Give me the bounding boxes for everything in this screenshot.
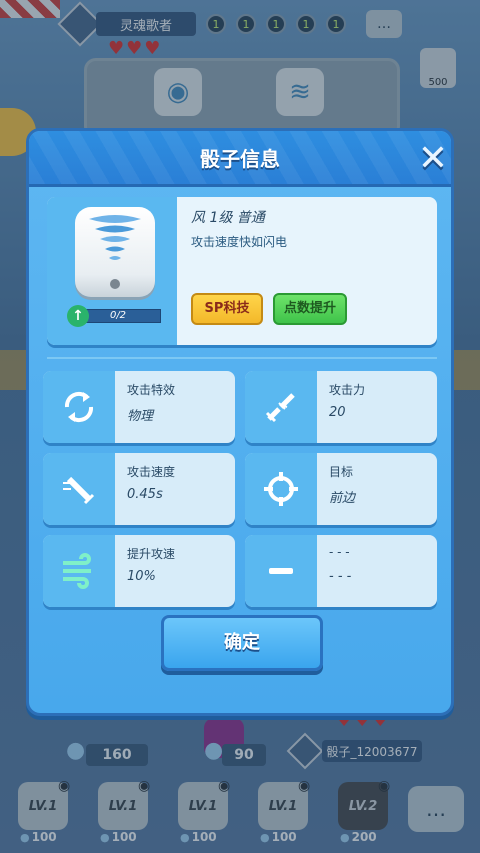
- sword-speed-icon: [43, 453, 115, 525]
- dice-name-level: 风 1级 普通: [191, 210, 265, 226]
- stat-attack-power: 攻击力 20: [245, 371, 437, 443]
- stat-attack-effect: 攻击特效 物理: [43, 371, 235, 443]
- stat-value: 20: [329, 405, 346, 420]
- swirl-arrows-icon: [43, 371, 115, 443]
- stat-label: 攻击力: [329, 383, 366, 397]
- close-icon[interactable]: ✕: [415, 141, 451, 177]
- dice-info-dialog: 骰子信息 ✕ 0/2 ↑ 风 1级 普通 攻击速度快如闪电 SP科技 点数提升 …: [26, 128, 454, 716]
- dice-summary-card: 0/2 ↑ 风 1级 普通 攻击速度快如闪电 SP科技 点数提升: [47, 197, 437, 345]
- stat-label: 攻击速度: [127, 465, 176, 479]
- stat-value: 前边: [329, 491, 356, 506]
- dice-description: 攻击速度快如闪电: [191, 235, 288, 249]
- wind-icon: [43, 535, 115, 607]
- stat-label: 提升攻速: [127, 547, 176, 561]
- dash-icon: [245, 535, 317, 607]
- stat-value: 物理: [127, 409, 154, 424]
- stat-empty: - - - - - -: [245, 535, 437, 607]
- stat-label: 目标: [329, 465, 354, 479]
- divider: [47, 357, 437, 359]
- die-pip: [110, 279, 120, 289]
- stat-target: 目标 前边: [245, 453, 437, 525]
- confirm-button[interactable]: 确定: [161, 615, 323, 671]
- stat-value: - - -: [329, 569, 352, 584]
- stat-attack-speed: 攻击速度 0.45s: [43, 453, 235, 525]
- stat-value: 10%: [127, 569, 156, 584]
- wind-die-icon: [75, 207, 155, 297]
- stat-label: 攻击特效: [127, 383, 176, 397]
- upgrade-arrow-icon: ↑: [67, 305, 89, 327]
- pip-upgrade-button[interactable]: 点数提升: [273, 293, 347, 325]
- stat-speed-boost: 提升攻速 10%: [43, 535, 235, 607]
- sp-tech-button[interactable]: SP科技: [191, 293, 263, 325]
- crosshair-icon: [245, 453, 317, 525]
- broken-sword-icon: [245, 371, 317, 443]
- dice-portrait-panel: 0/2 ↑: [47, 197, 177, 345]
- dice-details: 风 1级 普通 攻击速度快如闪电 SP科技 点数提升: [177, 197, 437, 345]
- stat-value: 0.45s: [127, 487, 163, 502]
- dialog-title: 骰子信息: [200, 147, 280, 171]
- stat-label: - - -: [329, 545, 350, 559]
